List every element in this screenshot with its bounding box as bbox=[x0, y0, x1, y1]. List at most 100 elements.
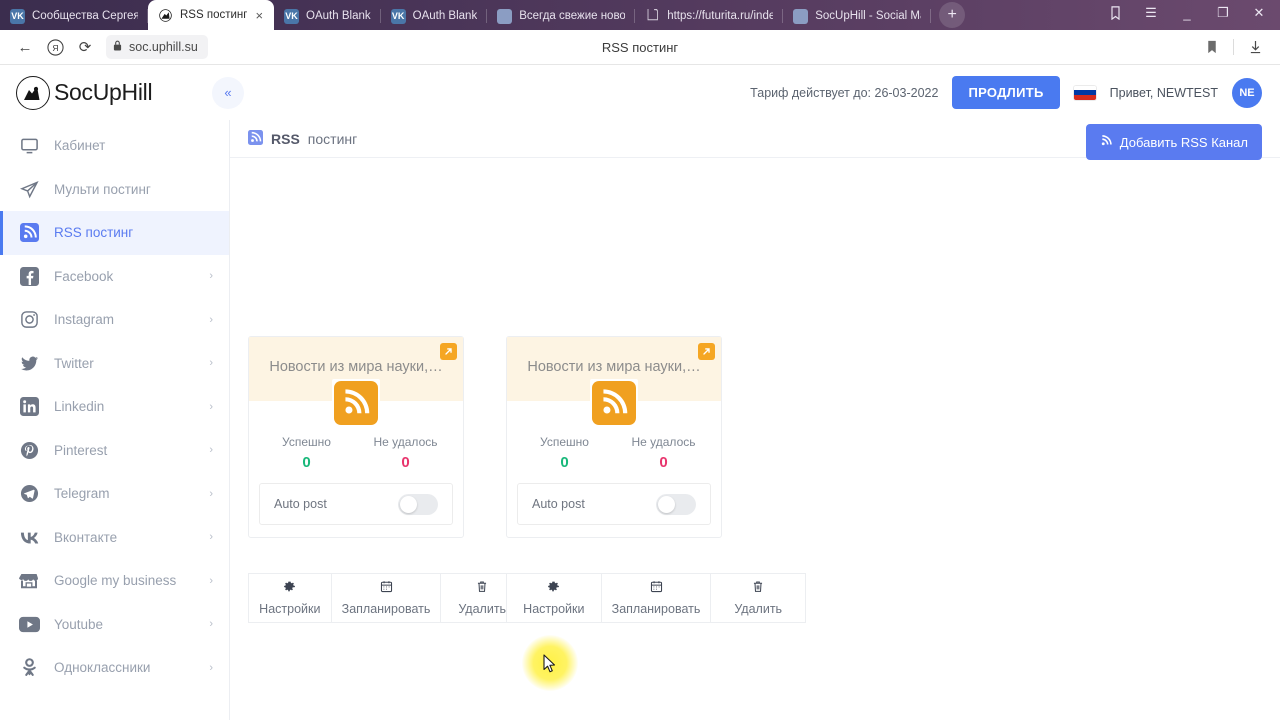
schedule-button[interactable]: Запланировать bbox=[331, 574, 442, 622]
maximize-button[interactable]: ❐ bbox=[1206, 0, 1240, 26]
collections-icon[interactable] bbox=[1098, 0, 1132, 26]
twitter-icon bbox=[18, 354, 40, 373]
sidebar-item-twitter[interactable]: Twitter › bbox=[0, 342, 229, 386]
fail-stat: Не удалось 0 bbox=[356, 435, 455, 471]
rss-icon bbox=[1100, 134, 1113, 150]
rss-card-header: Новости из мира науки,… bbox=[249, 337, 463, 427]
sidebar-item-label: Мульти постинг bbox=[54, 181, 151, 197]
add-rss-channel-button[interactable]: Добавить RSS Канал bbox=[1085, 124, 1262, 160]
sidebar-item-label: Instagram bbox=[54, 312, 115, 328]
browser-tab-active[interactable]: RSS постинг × bbox=[148, 0, 275, 30]
rss-card-avatar bbox=[332, 379, 380, 427]
sidebar-item-youtube[interactable]: Youtube › bbox=[0, 603, 229, 647]
settings-button[interactable]: Настройки bbox=[507, 574, 602, 622]
download-icon[interactable] bbox=[1240, 32, 1270, 62]
chevron-right-icon: › bbox=[209, 444, 213, 457]
socuphill-icon bbox=[793, 8, 809, 24]
browser-tab[interactable]: VK Сообщества Сергея К bbox=[0, 2, 148, 30]
rss-card: Новости из мира науки,… Успешно 0 Не уда… bbox=[248, 336, 464, 538]
sidebar-item-telegram[interactable]: Telegram › bbox=[0, 472, 229, 516]
chevron-right-icon: › bbox=[209, 618, 213, 631]
sidebar-item-facebook[interactable]: Facebook › bbox=[0, 255, 229, 299]
browser-tab-title: OAuth Blank bbox=[306, 10, 371, 22]
socuphill-icon bbox=[158, 7, 173, 23]
vk-icon: VK bbox=[284, 8, 300, 24]
delete-button[interactable]: Удалить bbox=[711, 574, 806, 622]
browser-tab-title: RSS постинг bbox=[180, 9, 248, 21]
sidebar-item-label: Youtube bbox=[54, 616, 104, 632]
bookmark-icon[interactable] bbox=[1197, 32, 1227, 62]
vk-icon: VK bbox=[10, 8, 25, 24]
ru-flag-icon[interactable] bbox=[1073, 85, 1096, 100]
autopost-label: Auto post bbox=[532, 497, 585, 511]
sidebar-item-label: Pinterest bbox=[54, 442, 108, 458]
sidebar-item-linkedin[interactable]: Linkedin › bbox=[0, 385, 229, 429]
chevron-right-icon: › bbox=[209, 661, 213, 674]
url-text: soc.uphill.su bbox=[129, 40, 198, 54]
address-bar[interactable]: soc.uphill.su bbox=[106, 35, 208, 59]
brand-name: SocUpHill bbox=[54, 79, 153, 105]
success-label: Успешно bbox=[540, 435, 589, 449]
sidebar-collapse-button[interactable]: « bbox=[212, 76, 244, 109]
success-value: 0 bbox=[560, 454, 569, 471]
close-icon[interactable]: × bbox=[254, 9, 264, 22]
fail-value: 0 bbox=[401, 454, 410, 471]
rss-icon bbox=[334, 381, 378, 425]
settings-button[interactable]: Настройки bbox=[249, 574, 332, 622]
sidebar-item-rss-posting[interactable]: RSS постинг bbox=[0, 211, 229, 255]
sidebar-item-label: Одноклассники bbox=[54, 660, 151, 676]
app-header-right: Тариф действует до: 26-03-2022 ПРОДЛИТЬ … bbox=[750, 76, 1280, 109]
browser-tab-title: Сообщества Сергея К bbox=[32, 10, 138, 22]
rss-card-title: Новости из мира науки,… bbox=[527, 359, 701, 375]
sidebar-item-odnoklassniki[interactable]: Одноклассники › bbox=[0, 646, 229, 690]
autopost-toggle[interactable] bbox=[398, 493, 438, 515]
browser-tab-strip: VK Сообщества Сергея К RSS постинг × VK … bbox=[0, 0, 1280, 30]
minimize-button[interactable]: _ bbox=[1170, 0, 1204, 26]
rss-icon bbox=[592, 381, 636, 425]
chevron-right-icon: › bbox=[209, 270, 213, 283]
sidebar-item-label: Linkedin bbox=[54, 399, 105, 415]
new-tab-button[interactable]: + bbox=[939, 2, 966, 28]
blank-page-icon: 🗋 bbox=[647, 8, 659, 23]
autopost-toggle[interactable] bbox=[656, 493, 696, 515]
sidebar-item-label: Google my business bbox=[54, 573, 177, 589]
browser-tab-title: Всегда свежие новос bbox=[519, 10, 626, 22]
sidebar-item-kabinet[interactable]: Кабинет bbox=[0, 124, 229, 168]
greeting-text: Привет, NEWTEST bbox=[1109, 85, 1218, 100]
edit-arrow-icon[interactable] bbox=[440, 343, 457, 360]
browser-tab[interactable]: 🗋 https://futurita.ru/inde bbox=[635, 2, 784, 30]
close-window-button[interactable]: ✕ bbox=[1242, 0, 1276, 26]
autopost-row: Auto post bbox=[517, 483, 711, 525]
calendar-icon bbox=[380, 580, 393, 595]
brand[interactable]: SocUpHill bbox=[0, 75, 200, 110]
sidebar-item-pinterest[interactable]: Pinterest › bbox=[0, 429, 229, 473]
menu-icon[interactable]: ☰ bbox=[1134, 0, 1168, 26]
back-icon[interactable]: ← bbox=[10, 32, 40, 62]
sidebar-item-multi-posting[interactable]: Мульти постинг bbox=[0, 168, 229, 212]
rss-card-header: Новости из мира науки,… bbox=[507, 337, 721, 427]
rss-card-avatar bbox=[590, 379, 638, 427]
browser-tab[interactable]: Всегда свежие новос bbox=[487, 2, 636, 30]
instagram-icon bbox=[18, 310, 40, 329]
reload-icon[interactable]: ⟳ bbox=[70, 32, 100, 62]
success-stat: Успешно 0 bbox=[515, 435, 614, 471]
sidebar-item-google-my-business[interactable]: Google my business › bbox=[0, 559, 229, 603]
rss-icon bbox=[248, 129, 263, 148]
browser-tab[interactable]: VK OAuth Blank bbox=[274, 2, 381, 30]
app-header: SocUpHill « Тариф действует до: 26-03-20… bbox=[0, 65, 1280, 120]
browser-tab[interactable]: SocUpHill - Social Mar bbox=[783, 2, 932, 30]
browser-tab[interactable]: VK OAuth Blank bbox=[381, 2, 488, 30]
avatar[interactable]: NE bbox=[1232, 77, 1262, 108]
page-title-suffix: постинг bbox=[307, 130, 358, 147]
yandex-icon[interactable]: Я bbox=[40, 32, 70, 62]
chevron-right-icon: › bbox=[209, 574, 213, 587]
app-body: Кабинет Мульти постинг RSS постинг Faceb… bbox=[0, 120, 1280, 720]
rss-card-actions: Настройки Запланировать Удалить bbox=[506, 573, 806, 623]
sidebar-item-vkontakte[interactable]: Вконтакте › bbox=[0, 516, 229, 560]
toolbar-separator bbox=[1233, 39, 1234, 55]
socuphill-logo bbox=[16, 75, 50, 110]
edit-arrow-icon[interactable] bbox=[698, 343, 715, 360]
prolong-button[interactable]: ПРОДЛИТЬ bbox=[952, 76, 1060, 109]
sidebar-item-instagram[interactable]: Instagram › bbox=[0, 298, 229, 342]
schedule-button[interactable]: Запланировать bbox=[601, 574, 712, 622]
